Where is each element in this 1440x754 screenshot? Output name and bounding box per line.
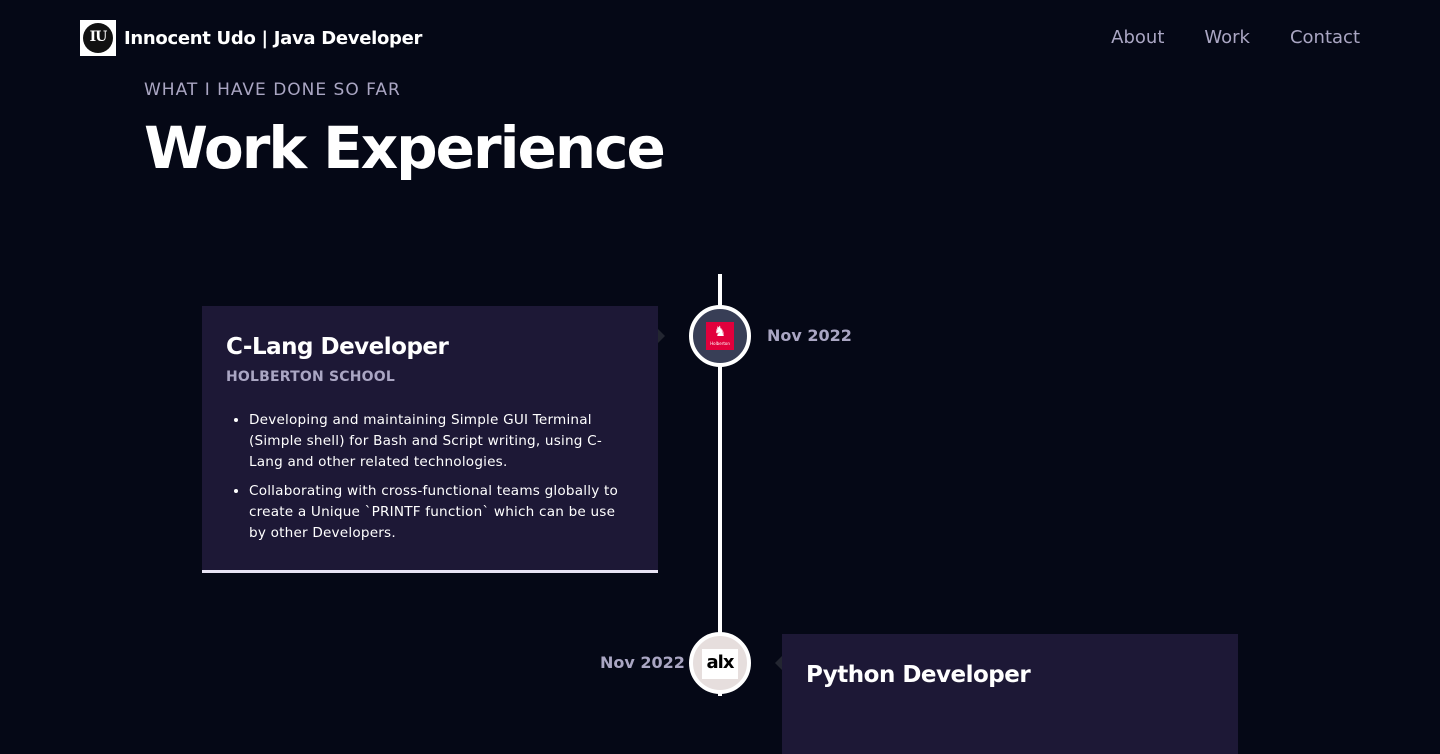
nav-link-work[interactable]: Work bbox=[1204, 26, 1250, 50]
card-arrow bbox=[658, 329, 665, 343]
timeline-node: ♞ Holberton bbox=[689, 305, 751, 367]
experience-points: Developing and maintaining Simple GUI Te… bbox=[226, 410, 634, 544]
brand-logo: IU bbox=[80, 20, 116, 56]
experience-point: Developing and maintaining Simple GUI Te… bbox=[249, 410, 634, 473]
experience-date: Nov 2022 bbox=[600, 653, 685, 672]
nav-links: About Work Contact bbox=[1111, 26, 1360, 50]
experience-card: C-Lang Developer HOLBERTON SCHOOL Develo… bbox=[202, 306, 658, 573]
section-subtitle: What I have done so far bbox=[144, 80, 401, 100]
brand-logo-mark: IU bbox=[83, 23, 113, 53]
nav-link-contact[interactable]: Contact bbox=[1290, 26, 1360, 50]
section-title: Work Experience bbox=[144, 114, 666, 182]
experience-card: Python Developer bbox=[782, 634, 1238, 754]
brand-link[interactable]: IU Innocent Udo | Java Developer bbox=[80, 20, 422, 56]
timeline-node: alx bbox=[689, 632, 751, 694]
experience-title: C-Lang Developer bbox=[226, 334, 449, 360]
experience-company: HOLBERTON SCHOOL bbox=[226, 369, 395, 385]
experience-date: Nov 2022 bbox=[767, 326, 852, 345]
card-arrow bbox=[775, 656, 782, 670]
holberton-logo-text: Holberton bbox=[710, 341, 730, 346]
navbar: IU Innocent Udo | Java Developer About W… bbox=[0, 0, 1440, 78]
experience-point: Collaborating with cross-functional team… bbox=[249, 481, 634, 544]
brand-name: Innocent Udo | Java Developer bbox=[124, 27, 423, 49]
experience-title: Python Developer bbox=[806, 662, 1031, 688]
holberton-logo-icon: ♞ Holberton bbox=[706, 322, 734, 350]
nav-link-about[interactable]: About bbox=[1111, 26, 1164, 50]
alx-logo-icon: alx bbox=[702, 649, 738, 679]
